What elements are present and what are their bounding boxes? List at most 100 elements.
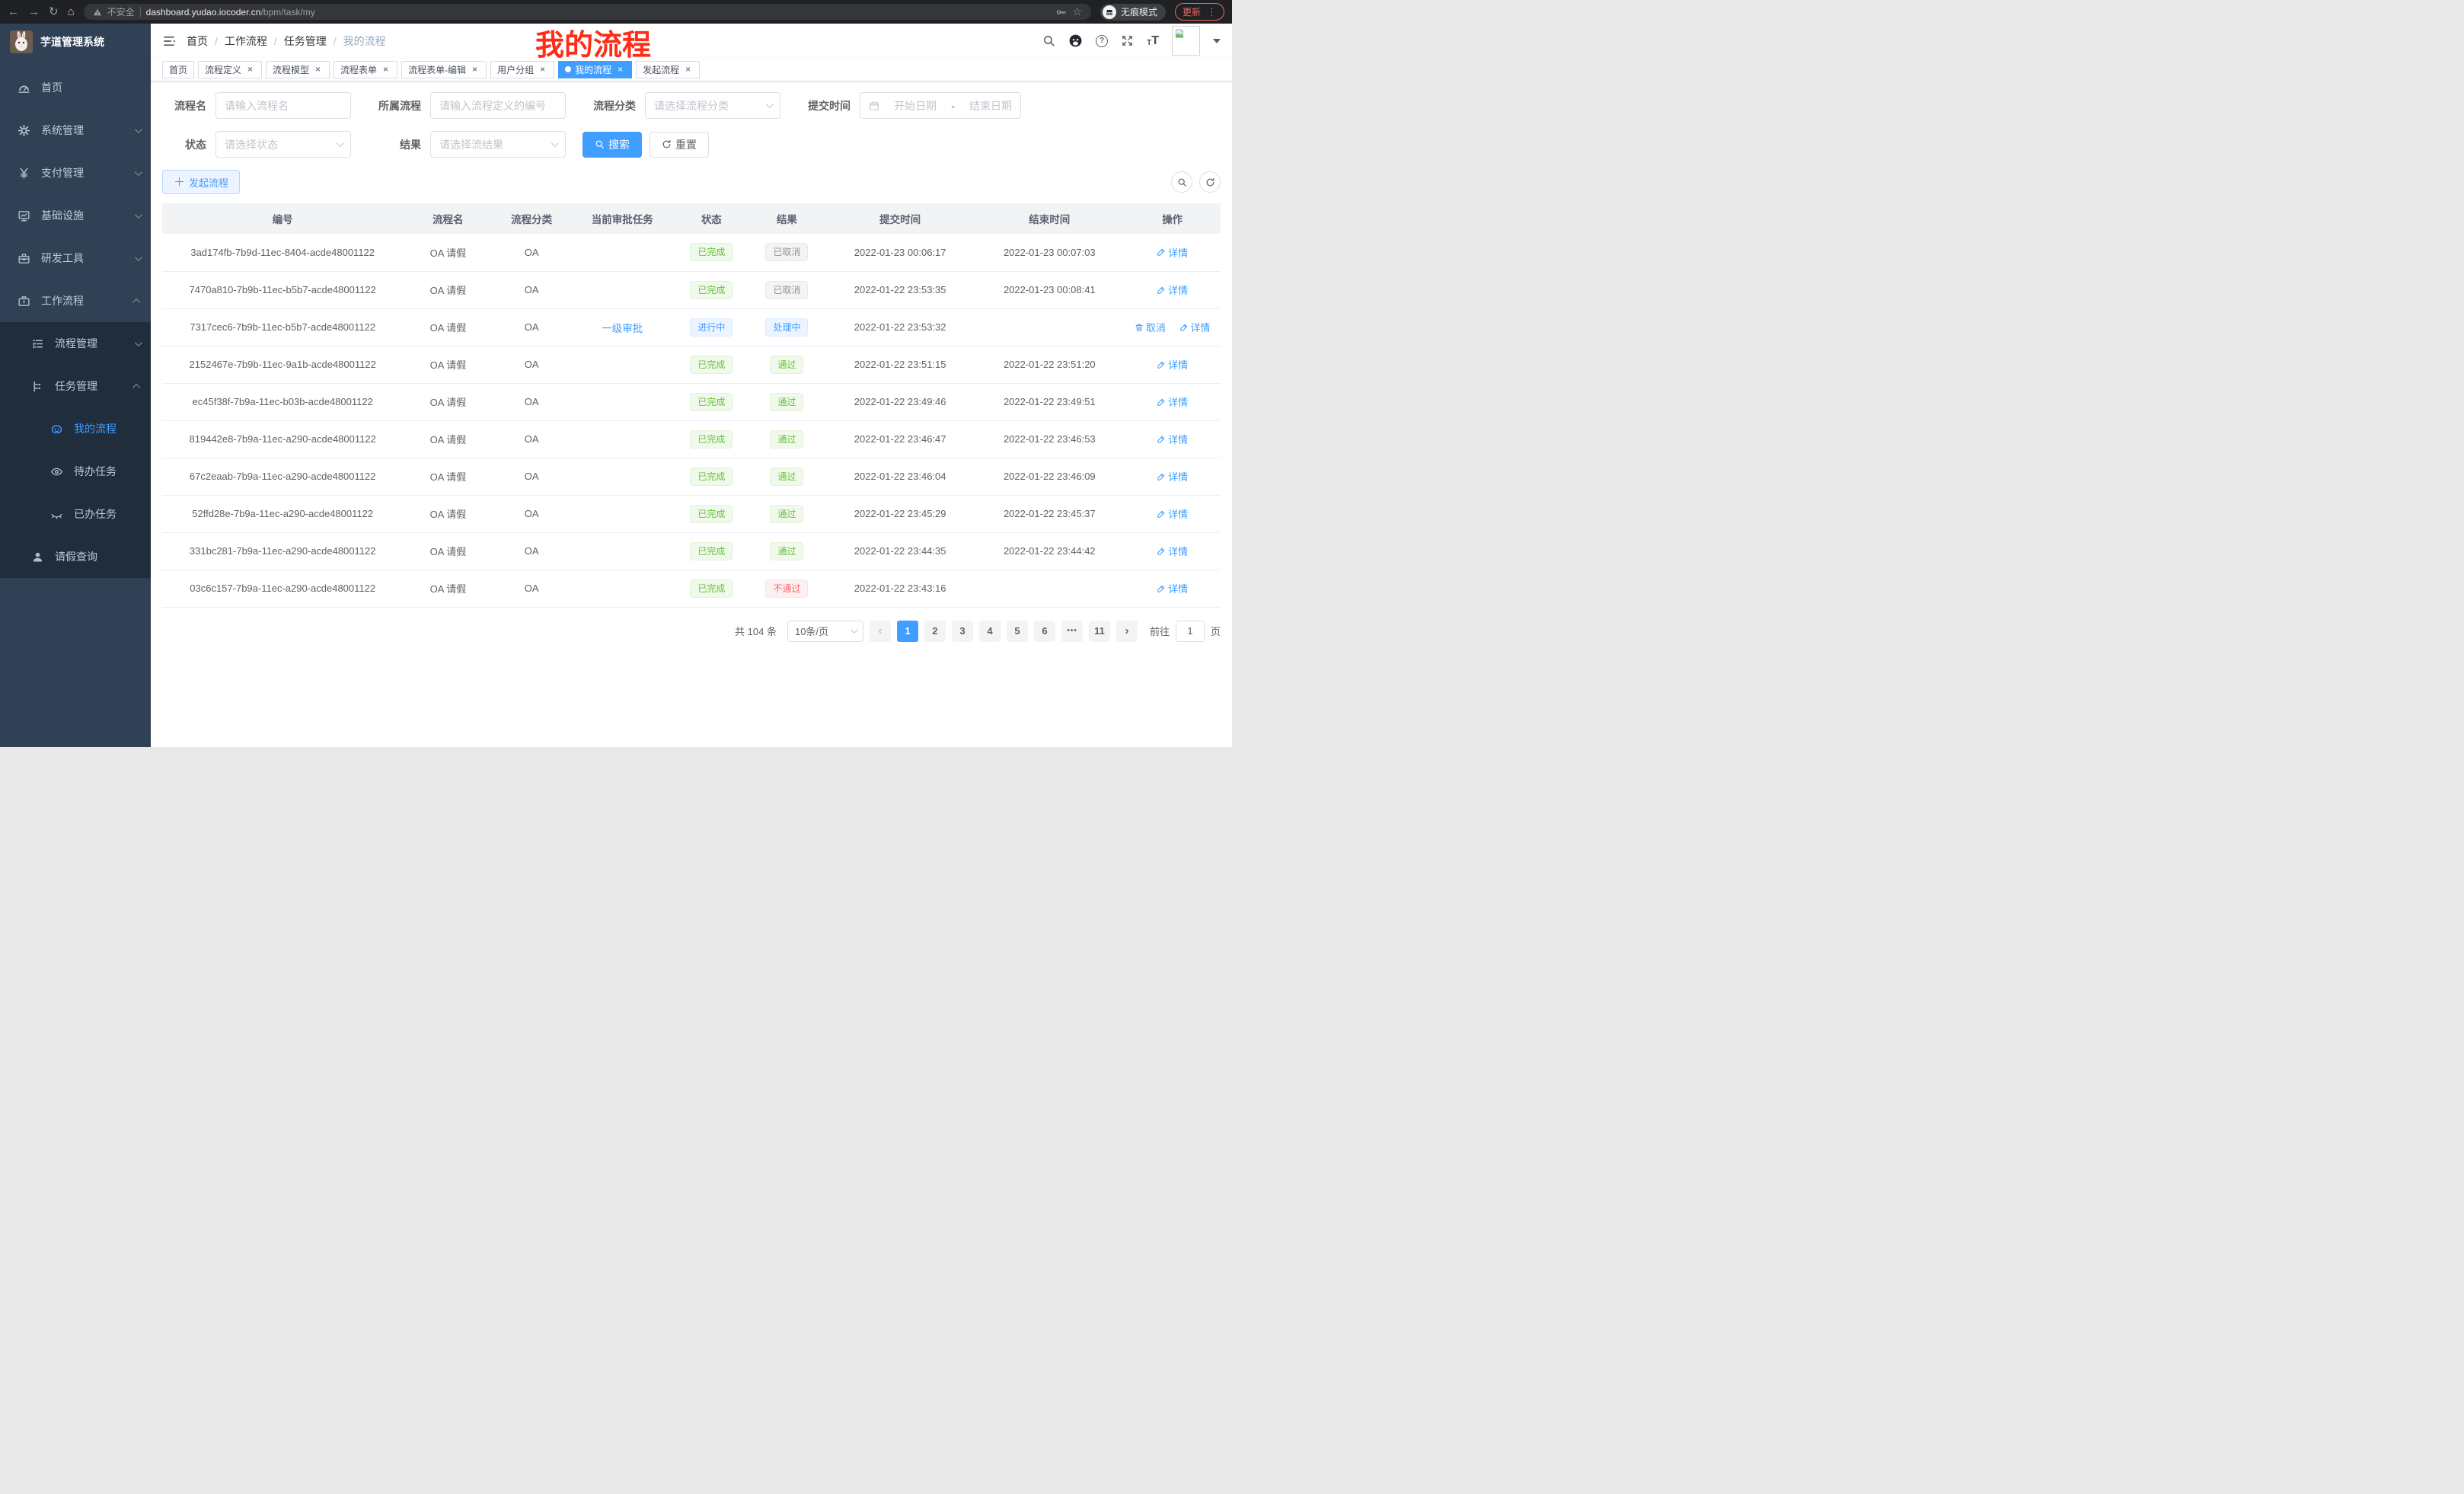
- table-refresh-button[interactable]: [1199, 171, 1221, 193]
- back-icon[interactable]: ←: [8, 6, 19, 18]
- page-button-11[interactable]: 11: [1089, 621, 1110, 642]
- detail-button[interactable]: 详情: [1157, 432, 1188, 446]
- forward-icon[interactable]: →: [28, 6, 40, 18]
- tab-label: 流程表单-编辑: [408, 63, 466, 76]
- chevron-icon: [135, 168, 142, 176]
- table-search-toggle-button[interactable]: [1171, 171, 1192, 193]
- category-select[interactable]: 请选择流程分类: [645, 92, 780, 119]
- sidebar-item-dev-tools[interactable]: 研发工具: [0, 237, 151, 279]
- sidebar-collapse-icon[interactable]: [162, 34, 176, 48]
- sidebar-item-payment-mgmt[interactable]: 支付管理: [0, 152, 151, 194]
- tab-process-definition[interactable]: 流程定义 ×: [198, 61, 262, 78]
- tab-close-icon[interactable]: ×: [381, 64, 391, 75]
- detail-button[interactable]: 详情: [1157, 506, 1188, 521]
- tab-process-model[interactable]: 流程模型 ×: [266, 61, 330, 78]
- detail-button[interactable]: 详情: [1157, 245, 1188, 260]
- owner-process-input[interactable]: [430, 92, 566, 119]
- cancel-button[interactable]: 取消: [1135, 320, 1166, 334]
- font-size-icon[interactable]: TT: [1147, 35, 1159, 47]
- page-title-overlay: 我的流程: [535, 21, 651, 63]
- sidebar-item-todo-tasks[interactable]: 待办任务: [0, 450, 151, 493]
- tab-close-icon[interactable]: ×: [470, 64, 480, 75]
- sidebar-item-system-mgmt[interactable]: 系统管理: [0, 109, 151, 152]
- page-button-1[interactable]: 1: [897, 621, 918, 642]
- prev-page-button[interactable]: ‹: [870, 621, 891, 642]
- cell-submit-time: 2022-01-22 23:53:32: [825, 308, 975, 346]
- status-select[interactable]: 请选择状态: [215, 131, 351, 158]
- page-button-6[interactable]: 6: [1034, 621, 1055, 642]
- sidebar-item-leave-query[interactable]: 请假查询: [0, 535, 151, 578]
- url-bar[interactable]: 不安全 dashboard.yudao.iocoder.cn/bpm/task/…: [84, 4, 1091, 20]
- result-select[interactable]: 请选择流结果: [430, 131, 566, 158]
- page-button-2[interactable]: 2: [924, 621, 946, 642]
- sidebar-item-label: 首页: [41, 80, 140, 95]
- reset-button[interactable]: 重置: [650, 132, 709, 158]
- tab-home[interactable]: 首页: [162, 61, 194, 78]
- sidebar-item-task-mgmt[interactable]: 任务管理: [0, 365, 151, 407]
- fullscreen-icon[interactable]: [1121, 34, 1134, 47]
- tab-close-icon[interactable]: ×: [683, 64, 693, 75]
- cell-current-task: 一级审批: [570, 308, 675, 346]
- status-badge: 已完成: [690, 579, 732, 598]
- caret-down-icon[interactable]: [1213, 39, 1221, 43]
- status-badge: 进行中: [690, 318, 732, 337]
- next-page-button[interactable]: ›: [1116, 621, 1138, 642]
- tab-close-icon[interactable]: ×: [615, 64, 625, 75]
- start-process-button[interactable]: ＋ 发起流程: [162, 170, 240, 194]
- sidebar-item-infrastructure[interactable]: 基础设施: [0, 194, 151, 237]
- page-button-ellipsis[interactable]: •••: [1061, 621, 1083, 642]
- detail-button[interactable]: 详情: [1157, 394, 1188, 409]
- update-button[interactable]: 更新 ⋮: [1175, 3, 1224, 21]
- submit-time-range-picker[interactable]: 开始日期 - 结束日期: [860, 92, 1021, 119]
- breadcrumb-item[interactable]: 工作流程: [225, 34, 277, 49]
- cell-actions: 详情: [1124, 234, 1221, 271]
- sidebar-item-process-mgmt[interactable]: 流程管理: [0, 322, 151, 365]
- password-key-icon[interactable]: [1056, 7, 1067, 18]
- reload-icon[interactable]: ↻: [49, 6, 59, 18]
- cell-actions: 取消 详情: [1124, 308, 1221, 346]
- search-button[interactable]: 搜索: [582, 132, 642, 158]
- tab-process-form-edit[interactable]: 流程表单-编辑 ×: [401, 61, 487, 78]
- page-size-select[interactable]: 10条/页: [787, 621, 863, 642]
- github-icon[interactable]: [1068, 34, 1083, 48]
- current-task-link[interactable]: 一级审批: [602, 323, 643, 334]
- sidebar-item-my-process[interactable]: 我的流程: [0, 407, 151, 450]
- sidebar-item-done-tasks[interactable]: 已办任务: [0, 493, 151, 535]
- sidebar-item-home[interactable]: 首页: [0, 66, 151, 109]
- breadcrumb-item[interactable]: 任务管理: [284, 34, 337, 49]
- tree-icon: [31, 380, 44, 393]
- detail-button[interactable]: 详情: [1157, 283, 1188, 297]
- sidebar-item-workflow[interactable]: 工作流程: [0, 279, 151, 322]
- screen: ← → ↻ ⌂ 不安全 dashboard.yudao.iocoder.cn/b…: [0, 0, 1232, 747]
- detail-button[interactable]: 详情: [1179, 320, 1211, 334]
- table-header-row: 编号 流程名 流程分类 当前审批任务 状态 结果 提交时间 结束时间 操作: [162, 203, 1221, 234]
- detail-button[interactable]: 详情: [1157, 544, 1188, 558]
- detail-button[interactable]: 详情: [1157, 357, 1188, 372]
- search-icon[interactable]: [1042, 34, 1055, 47]
- bookmark-star-icon[interactable]: ☆: [1072, 5, 1082, 18]
- start-date-input[interactable]: 开始日期: [894, 98, 937, 113]
- breadcrumb-item[interactable]: 首页: [187, 34, 218, 49]
- cell-end-time: 2022-01-22 23:49:51: [975, 383, 1124, 420]
- page-button-3[interactable]: 3: [952, 621, 973, 642]
- tab-close-icon[interactable]: ×: [538, 64, 547, 75]
- col-current-task: 当前审批任务: [570, 203, 675, 234]
- page-button-4[interactable]: 4: [979, 621, 1001, 642]
- browser-menu-icon[interactable]: ⋮: [1207, 6, 1217, 18]
- end-date-input[interactable]: 结束日期: [969, 98, 1012, 113]
- goto-page-input[interactable]: [1176, 621, 1205, 642]
- table-row: 3ad174fb-7b9d-11ec-8404-acde48001122 OA …: [162, 234, 1221, 271]
- breadcrumb-item[interactable]: 我的流程: [343, 34, 386, 49]
- cell-process-name: OA 请假: [403, 420, 493, 458]
- process-name-input[interactable]: [215, 92, 351, 119]
- page-button-5[interactable]: 5: [1007, 621, 1028, 642]
- tab-close-icon[interactable]: ×: [313, 64, 323, 75]
- logo-row[interactable]: 芋道管理系统: [0, 24, 151, 60]
- tab-close-icon[interactable]: ×: [245, 64, 255, 75]
- avatar[interactable]: [1172, 26, 1200, 56]
- home-icon[interactable]: ⌂: [68, 6, 75, 18]
- detail-button[interactable]: 详情: [1157, 469, 1188, 484]
- detail-button[interactable]: 详情: [1157, 581, 1188, 595]
- tab-process-form[interactable]: 流程表单 ×: [334, 61, 397, 78]
- help-icon[interactable]: ?: [1096, 35, 1108, 47]
